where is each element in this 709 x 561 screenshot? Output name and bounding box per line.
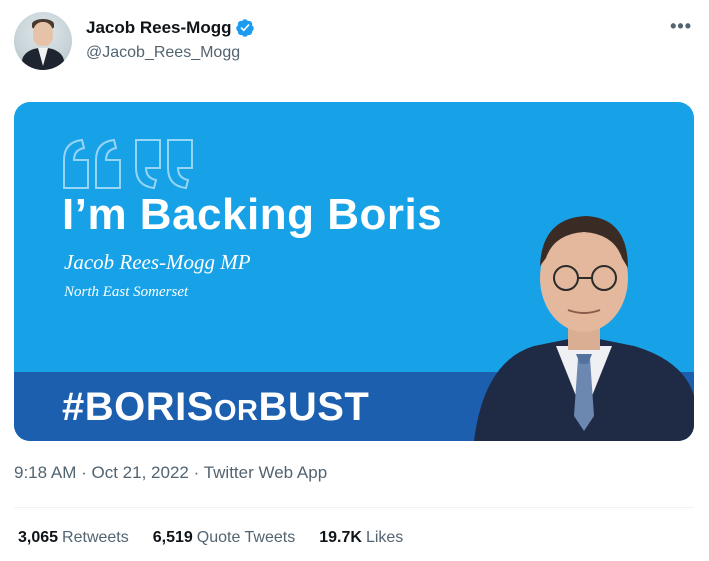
author-handle[interactable]: @Jacob_Rees_Mogg bbox=[86, 44, 240, 62]
media-hashtag: #BORISORBUST bbox=[62, 385, 370, 429]
avatar[interactable] bbox=[14, 12, 72, 70]
quote-tweets-stat[interactable]: 6,519 Quote Tweets bbox=[153, 529, 295, 547]
tweet-source[interactable]: Twitter Web App bbox=[204, 463, 327, 482]
portrait-illustration bbox=[474, 216, 694, 441]
media-headline: I’m Backing Boris bbox=[62, 190, 443, 239]
tweet-media-image[interactable]: I’m Backing Boris Jacob Rees-Mogg MP Nor… bbox=[14, 102, 694, 441]
media-mp-name: Jacob Rees-Mogg MP bbox=[64, 250, 251, 274]
quote-marks-icon bbox=[63, 138, 193, 190]
author-name-row: Jacob Rees-Mogg bbox=[86, 18, 255, 38]
tweet-metadata: 9:18 AM · Oct 21, 2022 · Twitter Web App bbox=[14, 463, 328, 482]
likes-stat[interactable]: 19.7K Likes bbox=[319, 529, 403, 547]
media-constituency: North East Somerset bbox=[64, 284, 189, 300]
more-horizontal-icon[interactable]: ••• bbox=[670, 16, 692, 37]
tweet-header: Jacob Rees-Mogg @Jacob_Rees_Mogg ••• bbox=[14, 12, 698, 72]
verified-badge-icon bbox=[236, 19, 255, 37]
divider bbox=[14, 507, 694, 508]
tweet-time[interactable]: 9:18 AM bbox=[14, 463, 76, 482]
author-display-name[interactable]: Jacob Rees-Mogg bbox=[86, 18, 231, 38]
tweet-date[interactable]: Oct 21, 2022 bbox=[92, 463, 189, 482]
tweet-stats: 3,065 Retweets 6,519 Quote Tweets 19.7K … bbox=[18, 529, 403, 547]
retweets-stat[interactable]: 3,065 Retweets bbox=[18, 529, 129, 547]
